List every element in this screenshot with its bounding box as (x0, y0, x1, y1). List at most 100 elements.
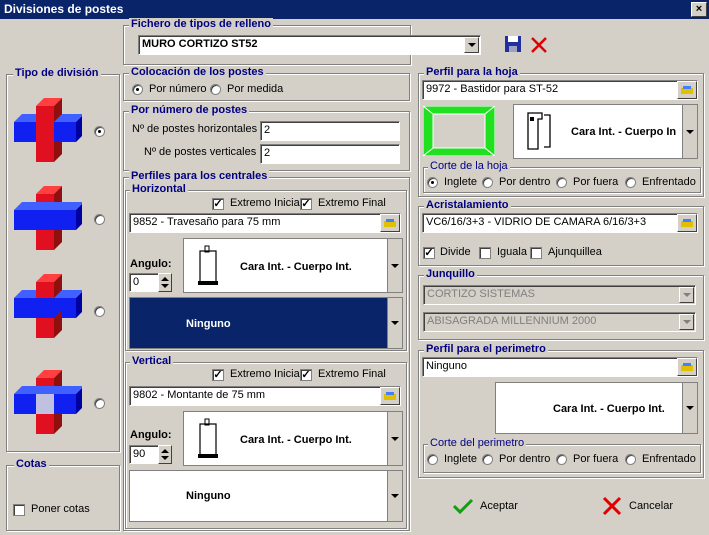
division-type-2-radio[interactable] (94, 214, 105, 225)
acristalamiento-label: Acristalamiento (424, 199, 511, 211)
postes-horizontales-input[interactable]: 2 (260, 121, 400, 141)
chevron-down-icon[interactable] (387, 471, 402, 521)
h-perfil-picker-button[interactable] (380, 214, 400, 232)
hoja-por-dentro-radio[interactable] (482, 177, 493, 188)
profile-section-icon (198, 418, 218, 458)
perfil-hoja-value: 9972 - Bastidor para ST-52 (426, 83, 559, 95)
v-perfil-picker-button[interactable] (380, 387, 400, 405)
division-type-3-icon[interactable] (12, 272, 82, 344)
hoja-por-fuera-radio[interactable] (556, 177, 567, 188)
fichero-select[interactable]: MURO CORTIZO ST52 (138, 35, 481, 55)
h-ninguno-selector[interactable]: Ninguno (129, 297, 403, 349)
por-numero-radio[interactable] (132, 84, 143, 95)
h-extremo-inicial-label: Extremo Inicial (230, 197, 303, 209)
ajunquillea-label: Ajunquillea (548, 246, 602, 258)
acristalamiento-input[interactable]: VC6/16/3+3 - VIDRIO DE CAMARA 6/16/3+3 (422, 213, 698, 233)
junquillo-value-2: ABISAGRADA MILLENNIUM 2000 (427, 315, 597, 327)
h-angulo-input[interactable]: 0 (129, 273, 159, 292)
aceptar-button[interactable]: Aceptar (452, 494, 518, 518)
spin-arrows-icon (161, 449, 169, 460)
h-angulo-spinner[interactable] (158, 273, 172, 292)
chevron-down-icon[interactable] (682, 383, 697, 433)
division-type-1-radio[interactable] (94, 126, 105, 137)
por-medida-radio[interactable] (210, 84, 221, 95)
save-icon[interactable] (504, 35, 522, 53)
division-type-4-radio[interactable] (94, 398, 105, 409)
v-extremo-final-checkbox[interactable]: ✓ (300, 369, 312, 381)
h-ninguno-text: Ninguno (186, 318, 231, 330)
cancelar-button[interactable]: Cancelar (601, 494, 673, 518)
poner-cotas-checkbox[interactable] (13, 504, 25, 516)
perimetro-enfrentado-radio[interactable] (625, 454, 636, 465)
poner-cotas-label: Poner cotas (31, 503, 90, 515)
h-perfil-value: 9852 - Travesaño para 75 mm (133, 216, 281, 228)
picker-icon (384, 219, 396, 227)
profile-section-icon (198, 245, 218, 285)
delete-icon[interactable] (530, 36, 548, 54)
v-ninguno-selector[interactable]: Ninguno (129, 470, 403, 522)
perimetro-cara-selector[interactable]: Cara Int. - Cuerpo Int. (495, 382, 698, 434)
junquillo-select-2[interactable]: ABISAGRADA MILLENNIUM 2000 (423, 312, 696, 332)
close-button[interactable]: × (691, 2, 707, 17)
perimetro-por-dentro-label: Por dentro (499, 453, 551, 465)
v-angulo-spinner[interactable] (158, 445, 172, 464)
perimetro-label: Perfil para el perimetro (424, 343, 548, 355)
junquillo-value-1: CORTIZO SISTEMAS (427, 288, 535, 300)
perimetro-por-fuera-radio[interactable] (556, 454, 567, 465)
perimetro-picker-button[interactable] (677, 358, 697, 376)
picker-icon (681, 219, 693, 227)
h-extremo-inicial-checkbox[interactable]: ✓ (212, 198, 224, 210)
postes-verticales-label: Nº de postes verticales (144, 146, 257, 158)
junquillo-label: Junquillo (424, 268, 477, 280)
h-cara-selector[interactable]: Cara Int. - Cuerpo Int. (183, 238, 403, 293)
por-numero-label: Por número (149, 83, 207, 95)
chevron-down-icon[interactable] (464, 37, 479, 53)
perfil-hoja-picker-button[interactable] (677, 81, 697, 99)
v-ninguno-text: Ninguno (186, 490, 231, 502)
divide-checkbox[interactable]: ✓ (423, 247, 435, 259)
v-perfil-input[interactable]: 9802 - Montante de 75 mm (129, 386, 401, 406)
perfiles-centrales-label: Perfiles para los centrales (129, 170, 270, 182)
v-perfil-value: 9802 - Montante de 75 mm (133, 389, 266, 401)
division-type-1-icon[interactable] (12, 96, 82, 168)
acristalamiento-picker-button[interactable] (677, 214, 697, 232)
v-extremo-inicial-checkbox[interactable]: ✓ (212, 369, 224, 381)
chevron-down-icon[interactable] (679, 314, 694, 330)
chevron-down-icon[interactable] (387, 412, 402, 465)
postes-verticales-input[interactable]: 2 (260, 144, 400, 164)
junquillo-select-1[interactable]: CORTIZO SISTEMAS (423, 285, 696, 305)
perimetro-por-dentro-radio[interactable] (482, 454, 493, 465)
divide-label: Divide (440, 246, 471, 258)
chevron-down-icon[interactable] (387, 239, 402, 292)
horizontal-label: Horizontal (130, 183, 188, 195)
spin-arrows-icon (161, 277, 169, 288)
ajunquillea-checkbox[interactable] (530, 247, 542, 259)
division-type-3-radio[interactable] (94, 306, 105, 317)
perimetro-por-fuera-label: Por fuera (573, 453, 619, 465)
frame-preview-icon (423, 106, 495, 156)
chevron-down-icon[interactable] (682, 105, 697, 158)
division-type-4-icon[interactable] (12, 368, 82, 440)
profile-section-icon (527, 112, 551, 150)
h-perfil-input[interactable]: 9852 - Travesaño para 75 mm (129, 213, 401, 233)
chevron-down-icon[interactable] (387, 298, 402, 348)
chevron-down-icon[interactable] (679, 287, 694, 303)
perimetro-inglete-radio[interactable] (427, 454, 438, 465)
iguala-checkbox[interactable] (479, 247, 491, 259)
hoja-enfrentado-radio[interactable] (625, 177, 636, 188)
perimetro-input[interactable]: Ninguno (422, 357, 698, 377)
corte-perimetro-label: Corte del perimetro (428, 437, 527, 449)
hoja-cara-selector[interactable]: Cara Int. - Cuerpo In (513, 104, 698, 159)
perimetro-cara-text: Cara Int. - Cuerpo Int. (553, 403, 665, 415)
v-angulo-input[interactable]: 90 (129, 445, 159, 464)
perfil-hoja-label: Perfil para la hoja (424, 66, 520, 78)
v-cara-selector[interactable]: Cara Int. - Cuerpo Int. (183, 411, 403, 466)
hoja-inglete-radio[interactable] (427, 177, 438, 188)
h-extremo-final-checkbox[interactable]: ✓ (300, 198, 312, 210)
h-angulo-label: Angulo: (130, 258, 172, 270)
division-type-2-icon[interactable] (12, 184, 82, 256)
perfil-hoja-input[interactable]: 9972 - Bastidor para ST-52 (422, 80, 698, 100)
cancel-icon (602, 496, 622, 516)
corte-hoja-label: Corte de la hoja (428, 160, 510, 172)
v-extremo-final-label: Extremo Final (318, 368, 386, 380)
